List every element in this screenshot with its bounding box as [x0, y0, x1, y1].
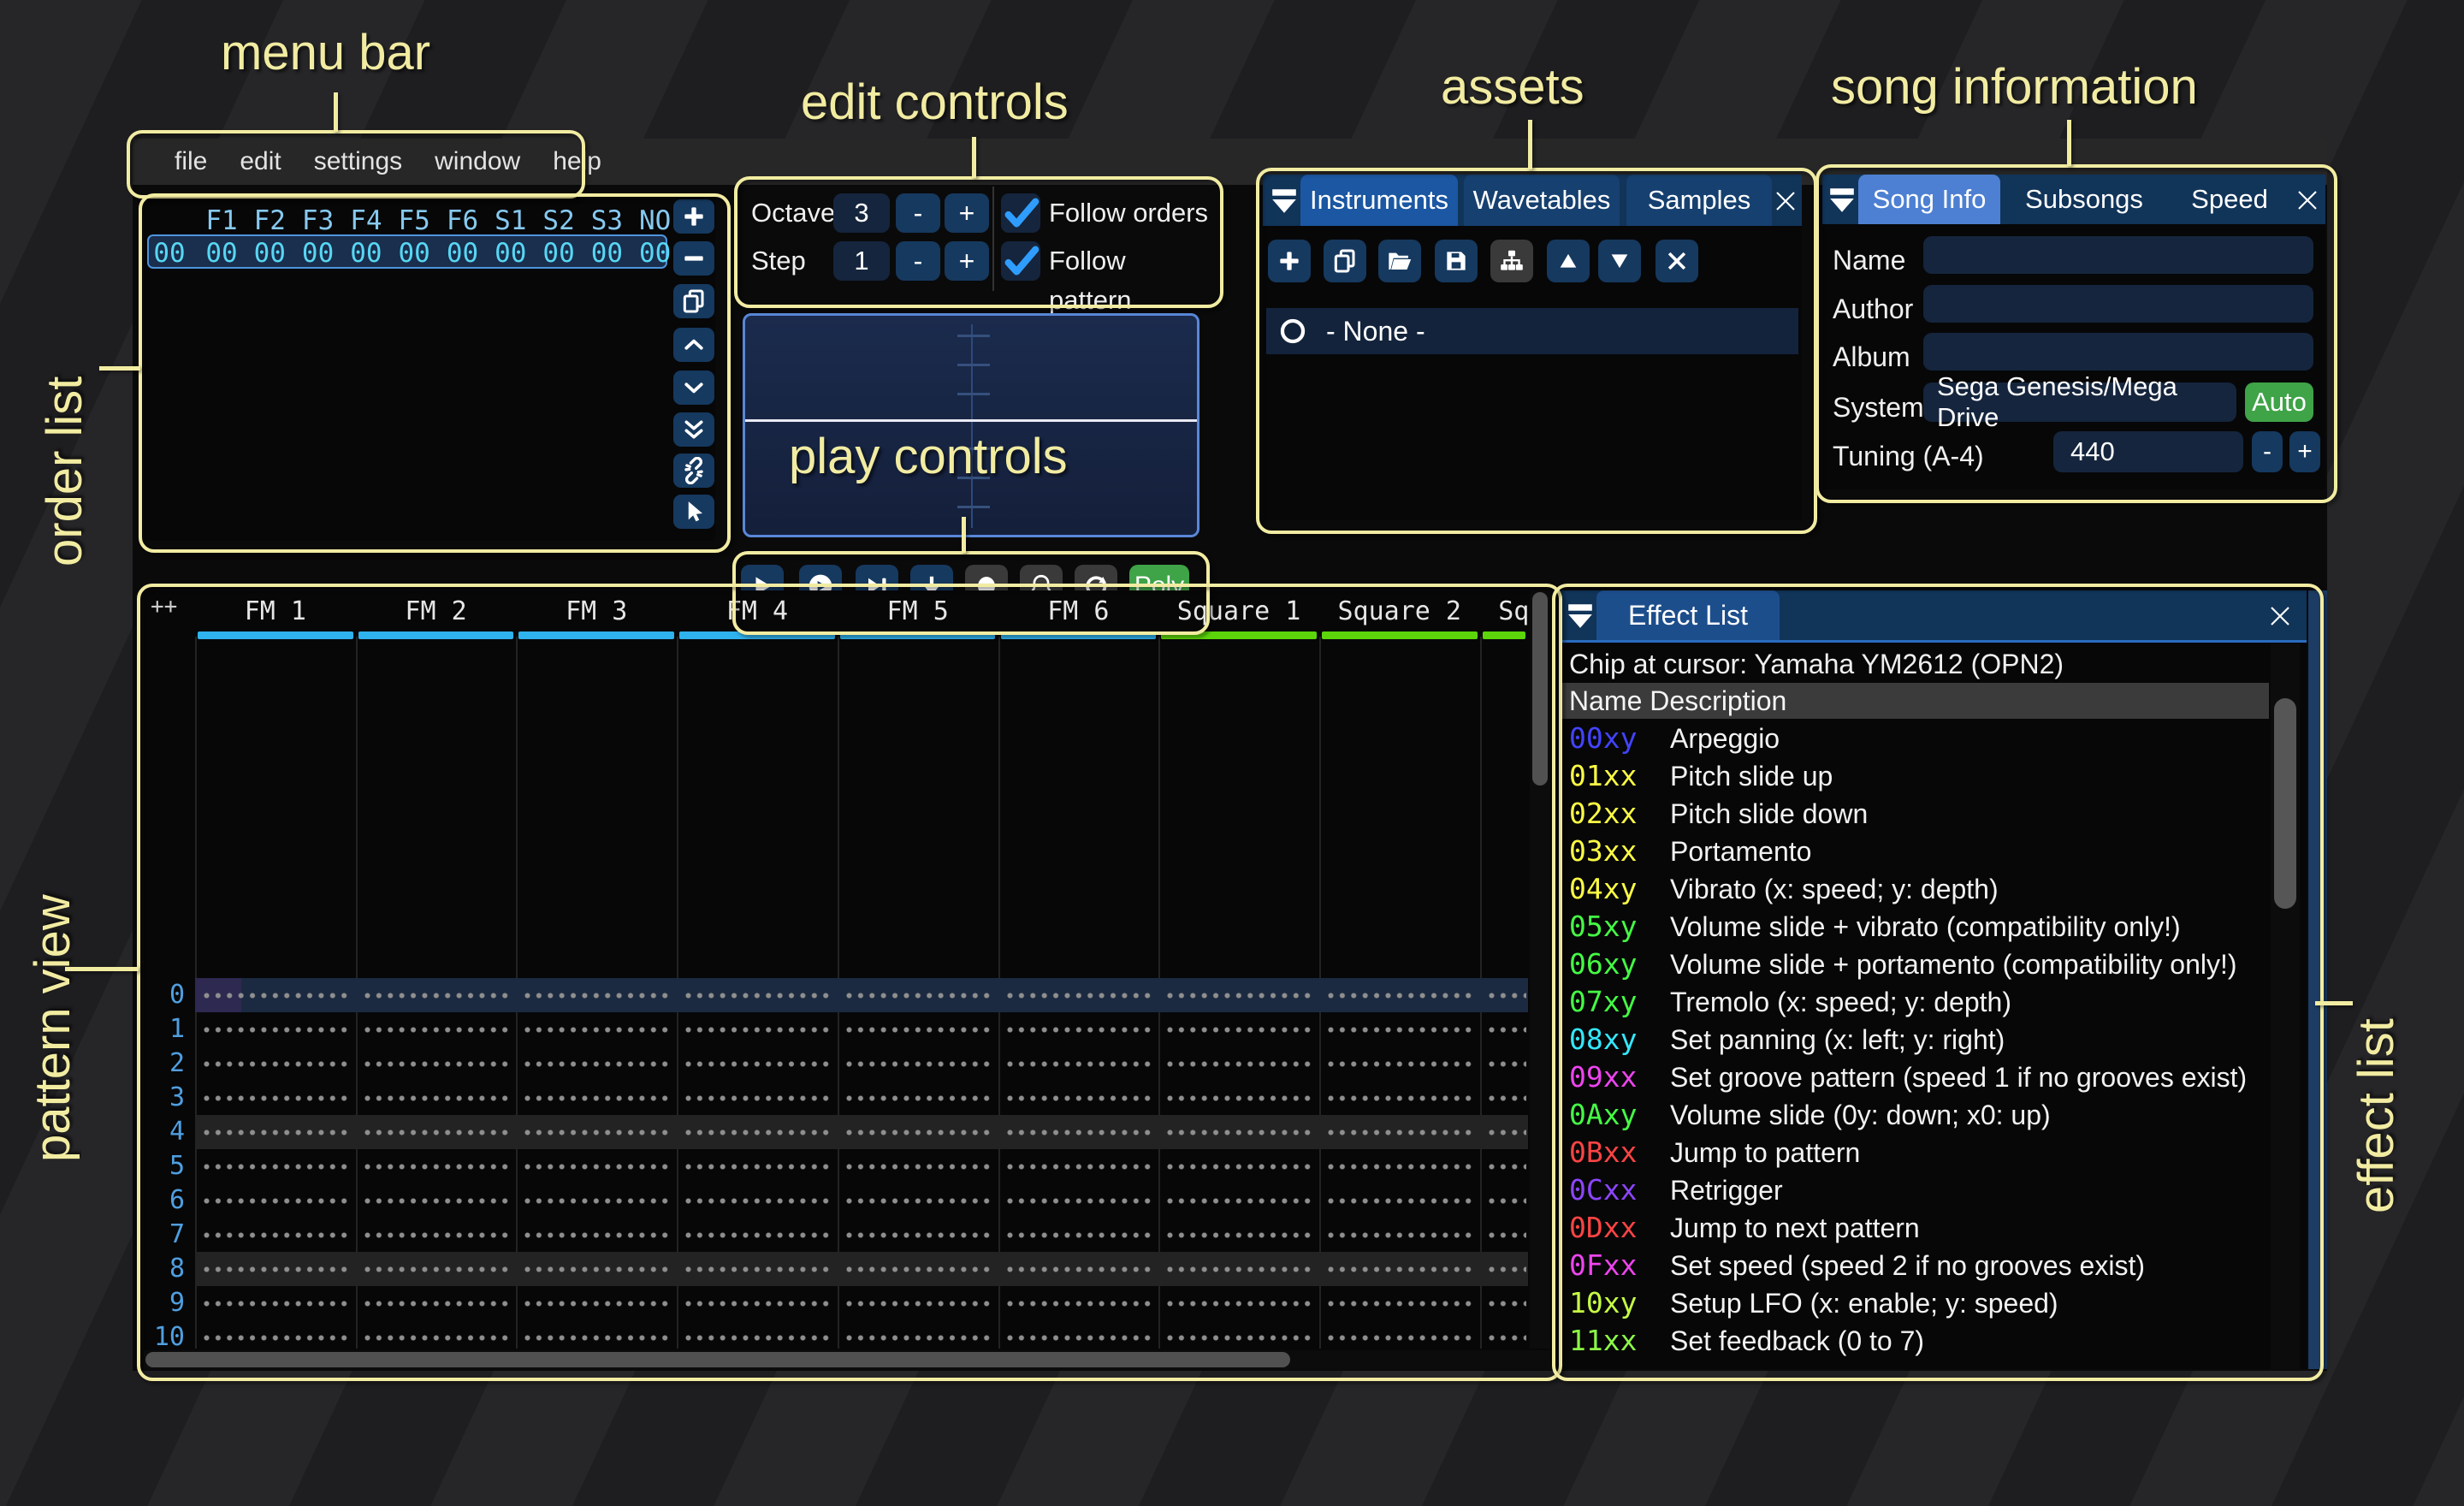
osc-waveform-line	[745, 419, 1197, 422]
annotation-box-order-list	[139, 193, 731, 553]
annotation-line	[1528, 120, 1532, 169]
annotation-assets: assets	[1441, 59, 1584, 115]
annotation-box-song-info	[1815, 164, 2337, 503]
desktop-background: file edit settings window help F1 F2 F3 F4 F5 F6 S…	[0, 0, 2464, 1506]
annotation-line	[334, 92, 338, 132]
annotation-play-controls: play controls	[789, 429, 1068, 484]
annotation-box-effect-list	[1552, 584, 2324, 1381]
annotation-line	[99, 366, 140, 371]
annotation-edit-controls: edit controls	[801, 74, 1069, 130]
annotation-box-edit-controls	[734, 176, 1223, 308]
annotation-order-list: order list	[37, 376, 92, 566]
annotation-box-menu-bar	[127, 130, 585, 199]
annotation-line	[2067, 120, 2071, 166]
annotation-box-pattern-view	[137, 584, 1562, 1381]
oscilloscope	[743, 313, 1199, 537]
annotation-line	[962, 517, 966, 553]
annotation-line	[972, 137, 976, 178]
annotation-menu-bar: menu bar	[221, 25, 431, 80]
annotation-pattern-view: pattern view	[25, 894, 80, 1162]
annotation-box-assets	[1256, 168, 1817, 534]
annotation-song-information: song information	[1831, 59, 2198, 115]
annotation-effect-list: effect list	[2348, 1018, 2404, 1213]
osc-center-ruler	[971, 324, 973, 528]
